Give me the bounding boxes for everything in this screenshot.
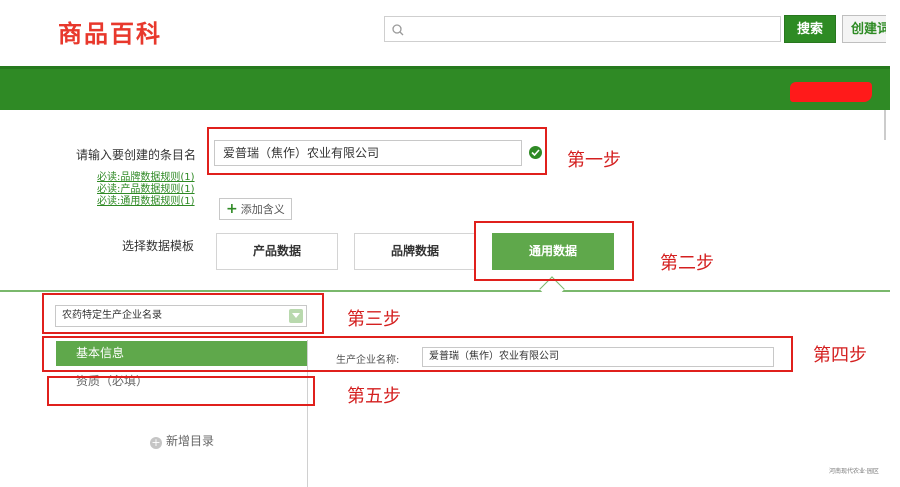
template-label: 选择数据模板 — [122, 239, 195, 253]
template-product-button[interactable]: 产品数据 — [216, 233, 338, 270]
nav-band — [0, 66, 890, 110]
watermark: 河南现代农业·园区 — [829, 468, 879, 475]
annotation-box-step5 — [47, 376, 315, 406]
search-box[interactable] — [384, 16, 781, 42]
redacted-user — [790, 82, 872, 102]
annotation-step5: 第五步 — [347, 386, 401, 407]
annotation-step1: 第一步 — [567, 150, 621, 171]
annotation-box-step4 — [42, 336, 793, 372]
entry-name-label: 请输入要创建的条目名 — [76, 148, 197, 162]
annotation-box-step1 — [207, 127, 547, 175]
plus-icon: + — [226, 201, 238, 217]
site-logo[interactable]: 商品百科 — [58, 14, 162, 49]
annotation-step4: 第四步 — [813, 345, 867, 366]
add-directory-button[interactable]: + 新增目录 — [150, 432, 214, 449]
search-button[interactable]: 搜索 — [784, 15, 836, 43]
template-divider — [0, 290, 890, 292]
rule-link-general[interactable]: 必读:通用数据规则(1) — [97, 196, 195, 208]
add-circle-icon: + — [150, 436, 162, 449]
add-directory-label: 新增目录 — [166, 434, 215, 448]
add-meaning-label: 添加含义 — [240, 203, 285, 216]
annotation-step2: 第二步 — [660, 253, 714, 274]
right-edge — [886, 0, 900, 130]
template-brand-button[interactable]: 品牌数据 — [354, 233, 476, 270]
annotation-box-step2 — [474, 221, 634, 281]
search-input[interactable] — [411, 19, 771, 39]
search-icon — [392, 24, 404, 36]
rule-link-brand[interactable]: 必读:品牌数据规则(1) — [97, 172, 195, 184]
rule-links: 必读:品牌数据规则(1) 必读:产品数据规则(1) 必读:通用数据规则(1) — [97, 172, 195, 208]
annotation-step3: 第三步 — [347, 309, 401, 330]
annotation-box-step3 — [42, 293, 324, 334]
add-meaning-button[interactable]: + 添加含义 — [219, 198, 292, 220]
rule-link-product[interactable]: 必读:产品数据规则(1) — [97, 184, 195, 196]
